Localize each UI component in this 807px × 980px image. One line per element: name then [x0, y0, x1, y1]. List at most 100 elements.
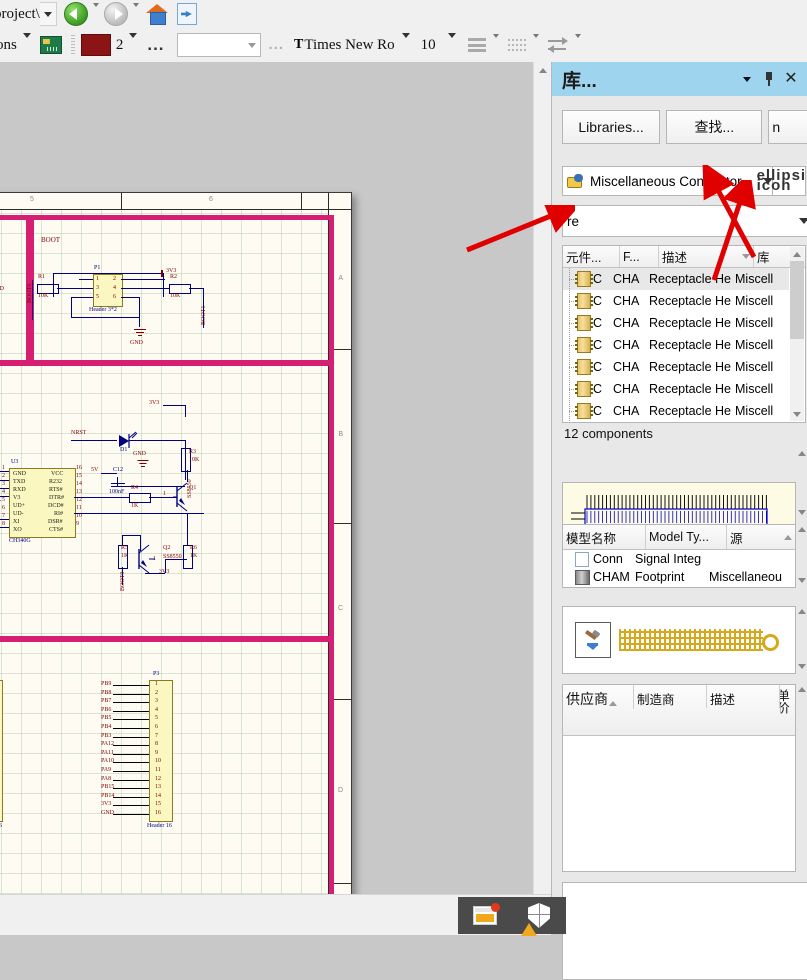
scroll-up-button[interactable] — [790, 247, 804, 261]
close-icon[interactable]: ✕ — [780, 68, 802, 90]
wire — [71, 440, 117, 441]
place-button[interactable]: n — [768, 110, 807, 144]
supplier-col-description[interactable]: 描述 — [707, 685, 780, 708]
supplier-col-supplier[interactable]: 供应商 — [563, 685, 634, 709]
wire — [187, 513, 188, 545]
chevron-up-icon[interactable] — [798, 687, 806, 692]
grid-col-description[interactable]: 描述 — [659, 246, 754, 267]
supplier-grid[interactable]: 供应商 制造商 描述 单价 — [562, 684, 796, 872]
line-style-icon[interactable] — [507, 39, 526, 51]
schematic-canvas[interactable]: 5 6 5 6 A B C D 3 00nF — [0, 62, 551, 894]
toolbar-grip[interactable] — [70, 35, 75, 55]
library-selector[interactable]: Miscellaneous Connector — [562, 166, 778, 196]
scroll-up-button[interactable] — [534, 62, 551, 79]
color-swatch-button[interactable] — [80, 34, 111, 56]
line-width-dropdown[interactable] — [129, 33, 138, 52]
grid-col-footprint[interactable]: F... — [620, 246, 659, 267]
arrow-style-icon[interactable] — [547, 37, 568, 53]
chevron-down-icon[interactable] — [798, 578, 806, 583]
components-grid[interactable]: 元件... F... 描述 库 C CHA Receptacle He Miscell… — [562, 245, 806, 423]
scroll-down-button[interactable] — [790, 407, 804, 421]
grid-col-library[interactable]: 库 — [754, 246, 789, 267]
models-col-name[interactable]: 模型名称 — [563, 525, 646, 549]
pcb-board-icon[interactable] — [39, 36, 62, 54]
models-col-type[interactable]: Model Ty... — [646, 525, 727, 549]
font-size-dropdown[interactable] — [447, 33, 456, 52]
table-row[interactable]: Conn Signal Integ — [563, 550, 795, 568]
chevron-down-icon[interactable] — [798, 510, 806, 515]
net-label-boot0: BOOT0 — [120, 571, 126, 591]
wire — [113, 814, 149, 815]
tree-connector-icon — [563, 400, 577, 422]
back-arrow-icon[interactable] — [63, 2, 88, 26]
cell-name: C — [593, 316, 603, 330]
chevron-down-icon[interactable] — [736, 68, 758, 90]
pin-icon[interactable] — [758, 68, 780, 90]
footprint-preview[interactable] — [562, 606, 796, 674]
table-row[interactable]: C CHA Receptacle He Miscell — [563, 400, 789, 422]
wire — [129, 440, 185, 441]
text-align-icon[interactable] — [467, 38, 486, 52]
pin-number: 15 — [155, 801, 161, 808]
table-row[interactable]: C CHA Receptacle He Miscell — [563, 290, 789, 312]
component-p2[interactable] — [0, 680, 3, 822]
chevron-up-icon[interactable] — [798, 609, 806, 614]
connector-component-icon — [575, 403, 593, 419]
options-dropdown[interactable] — [22, 33, 31, 52]
component-p3[interactable] — [149, 680, 173, 822]
wire — [163, 273, 164, 297]
components-row-list[interactable]: C CHA Receptacle He Miscell C CHA Receptacle H… — [563, 268, 805, 422]
table-row[interactable]: C CHA Receptacle He Miscell — [563, 356, 789, 378]
refresh-document-icon[interactable] — [176, 3, 197, 25]
grid-col-name[interactable]: 元件... — [563, 246, 620, 267]
resistor-r4 — [129, 493, 151, 503]
hammer-icon[interactable] — [575, 622, 611, 658]
models-row-list[interactable]: Conn Signal Integ CHAM Footprint Miscellaneo… — [563, 550, 795, 586]
chevron-up-icon[interactable] — [798, 527, 806, 532]
components-grid-scrollbar[interactable] — [790, 247, 804, 421]
table-row[interactable]: C CHA Receptacle He Miscell — [563, 268, 789, 290]
chevron-up-icon[interactable] — [798, 451, 806, 456]
arrow-style-dropdown[interactable] — [574, 34, 581, 52]
project-path-dropdown[interactable] — [39, 2, 57, 26]
scrollbar-thumb[interactable] — [790, 261, 804, 339]
cell-model-name: Conn — [593, 552, 623, 566]
table-row[interactable]: C CHA Receptacle He Miscell — [563, 312, 789, 334]
filter-input[interactable]: re — [562, 205, 807, 237]
style-combo[interactable] — [176, 33, 261, 57]
security-shield-warning-icon[interactable] — [512, 897, 566, 936]
footprint-preview-scrollbar[interactable] — [796, 606, 807, 672]
footprint-pads-preview — [619, 625, 781, 655]
table-row[interactable]: C CHA Receptacle He Miscell — [563, 378, 789, 400]
libraries-button[interactable]: Libraries... — [562, 110, 661, 144]
line-more-button[interactable]: ... — [147, 36, 164, 53]
home-icon[interactable] — [145, 4, 168, 25]
window-notification-icon[interactable] — [458, 897, 512, 934]
models-grid-scrollbar[interactable] — [796, 524, 807, 586]
library-more-button[interactable]: ellipsis-icon — [757, 166, 807, 196]
part-ref-u3: U3 — [11, 459, 19, 465]
font-name-dropdown[interactable] — [401, 33, 410, 52]
chevron-down-icon[interactable] — [799, 218, 807, 224]
supplier-col-manufacturer[interactable]: 制造商 — [634, 685, 707, 708]
supplier-col-price[interactable]: 单价 — [780, 685, 795, 714]
table-row[interactable]: C CHA Receptacle He Miscell — [563, 334, 789, 356]
table-row[interactable]: CHAM Footprint Miscellaneou — [563, 568, 795, 586]
line-style-dropdown[interactable] — [532, 34, 539, 52]
canvas-vertical-scrollbar[interactable] — [533, 62, 551, 894]
text-align-dropdown[interactable] — [492, 34, 499, 52]
back-dropdown[interactable] — [92, 3, 99, 21]
chevron-down-icon[interactable] — [798, 664, 806, 669]
symbol-preview-scrollbar[interactable] — [796, 448, 807, 518]
search-button[interactable]: 查找... — [666, 110, 763, 144]
supplier-grid-scrollbar[interactable] — [796, 684, 807, 870]
style-more-button[interactable]: ... — [269, 37, 285, 52]
forward-dropdown[interactable] — [132, 3, 139, 21]
models-col-source[interactable]: 源 — [727, 525, 795, 549]
forward-arrow-icon[interactable] — [103, 2, 128, 26]
wire — [113, 788, 149, 790]
models-grid[interactable]: 模型名称 Model Ty... 源 Conn Signal Integ CHAM F… — [562, 524, 796, 588]
net-label-gnd: GND — [130, 340, 143, 346]
net-label: PB15 — [101, 784, 115, 791]
schematic-sheet[interactable]: 5 6 5 6 A B C D 3 00nF — [0, 192, 352, 894]
